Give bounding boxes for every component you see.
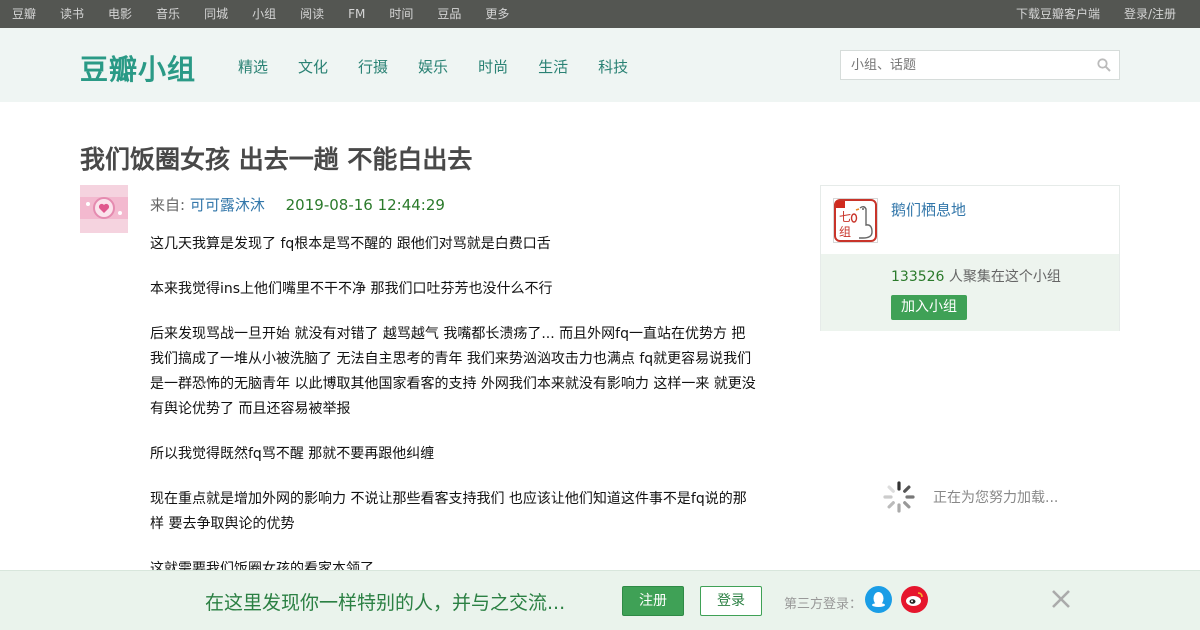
post-paragraph: 这几天我算是发现了 fq根本是骂不醒的 跟他们对骂就是白费口舌 xyxy=(150,236,551,252)
nav-movie[interactable]: 电影 xyxy=(108,0,132,28)
group-name-link[interactable]: 鹅们栖息地 xyxy=(891,199,966,220)
global-nav-links: 豆瓣 读书 电影 音乐 同城 小组 阅读 FM 时间 豆品 更多 xyxy=(12,0,533,28)
nav-douban[interactable]: 豆瓣 xyxy=(12,0,36,28)
category-nav: 精选 文化 行摄 娱乐 时尚 生活 科技 xyxy=(238,56,658,77)
category-featured[interactable]: 精选 xyxy=(238,56,268,77)
avatar-image xyxy=(80,185,128,233)
register-button[interactable]: 注册 xyxy=(622,586,684,616)
third-party-login-label: 第三方登录： xyxy=(784,597,863,612)
search-box xyxy=(840,50,1120,80)
global-nav-right: 下载豆瓣客户端 登录/注册 xyxy=(992,0,1176,28)
post-paragraph: 本来我觉得ins上他们嘴里不干不净 那我们口吐芬芳也没什么不行 xyxy=(150,281,553,297)
post-paragraph: 现在重点就是增加外网的影响力 不说让那些看客支持我们 也应该让他们知道这件事不是… xyxy=(150,491,747,532)
nav-more[interactable]: 更多 xyxy=(485,0,509,28)
nav-book[interactable]: 读书 xyxy=(60,0,84,28)
qq-login-icon[interactable] xyxy=(865,586,892,613)
group-header: 豆瓣小组 精选 文化 行摄 娱乐 时尚 生活 科技 xyxy=(0,28,1200,102)
group-logo[interactable]: 豆瓣小组 xyxy=(80,48,196,88)
search-icon[interactable] xyxy=(1097,58,1111,72)
group-card: 七 组 鹅们栖息地 133526 人聚集在这个小组 加入小组 xyxy=(820,185,1120,331)
category-entertainment[interactable]: 娱乐 xyxy=(418,56,448,77)
post-paragraph: 这就需要我们饭圈女孩的看家本领了 xyxy=(150,561,374,570)
join-group-button[interactable]: 加入小组 xyxy=(891,295,967,320)
nav-music[interactable]: 音乐 xyxy=(156,0,180,28)
loading-spinner-icon xyxy=(883,481,915,513)
loading-text: 正在为您努力加载... xyxy=(933,490,1059,506)
post-paragraph: 所以我觉得既然fq骂不醒 那就不要再跟他纠缠 xyxy=(150,446,435,462)
category-tech[interactable]: 科技 xyxy=(598,56,628,77)
svg-text:组: 组 xyxy=(839,225,851,239)
search-input[interactable] xyxy=(841,51,1081,79)
login-promo-bar: 在这里发现你一样特别的人，并与之交流... 注册 登录 第三方登录： xyxy=(0,570,1200,630)
from-label: 来自: xyxy=(150,196,186,214)
login-register-link[interactable]: 登录/注册 xyxy=(1124,0,1176,28)
group-member-count: 133526 人聚集在这个小组 xyxy=(891,266,1061,286)
nav-read[interactable]: 阅读 xyxy=(300,0,324,28)
post-content: 这几天我算是发现了 fq根本是骂不醒的 跟他们对骂就是白费口舌 本来我觉得ins… xyxy=(150,232,758,570)
nav-group[interactable]: 小组 xyxy=(252,0,276,28)
weibo-login-icon[interactable] xyxy=(901,586,928,613)
global-nav-bar: 豆瓣 读书 电影 音乐 同城 小组 阅读 FM 时间 豆品 更多 下载豆瓣客户端… xyxy=(0,0,1200,28)
svg-text:七: 七 xyxy=(839,210,851,224)
close-icon[interactable] xyxy=(1049,587,1073,611)
nav-location[interactable]: 同城 xyxy=(204,0,228,28)
author-name-link[interactable]: 可可露沐沐 xyxy=(190,196,265,214)
nav-market[interactable]: 豆品 xyxy=(437,0,461,28)
category-culture[interactable]: 文化 xyxy=(298,56,328,77)
group-card-footer: 133526 人聚集在这个小组 加入小组 xyxy=(821,254,1119,331)
category-travel[interactable]: 行摄 xyxy=(358,56,388,77)
login-button[interactable]: 登录 xyxy=(700,586,762,616)
goose-logo-icon: 七 组 xyxy=(834,199,877,242)
post-time: 2019-08-16 12:44:29 xyxy=(285,196,445,214)
download-app-link[interactable]: 下载豆瓣客户端 xyxy=(1016,0,1100,28)
group-icon[interactable]: 七 组 xyxy=(833,198,878,243)
promo-slogan: 在这里发现你一样特别的人，并与之交流... xyxy=(205,592,566,614)
post-title: 我们饭圈女孩 出去一趟 不能白出去 xyxy=(80,145,473,174)
nav-time[interactable]: 时间 xyxy=(389,0,413,28)
member-suffix: 人聚集在这个小组 xyxy=(944,269,1061,285)
category-fashion[interactable]: 时尚 xyxy=(478,56,508,77)
weibo-eye-icon xyxy=(906,592,923,606)
post-meta: 来自: 可可露沐沐 2019-08-16 12:44:29 xyxy=(150,194,445,215)
member-number: 133526 xyxy=(891,269,945,285)
post-paragraph: 后来发现骂战一旦开始 就没有对错了 越骂越气 我嘴都长溃疡了... 而且外网fq… xyxy=(150,326,756,417)
qq-penguin-icon xyxy=(872,592,885,607)
category-life[interactable]: 生活 xyxy=(538,56,568,77)
nav-fm[interactable]: FM xyxy=(348,0,365,28)
author-avatar[interactable] xyxy=(80,185,128,233)
